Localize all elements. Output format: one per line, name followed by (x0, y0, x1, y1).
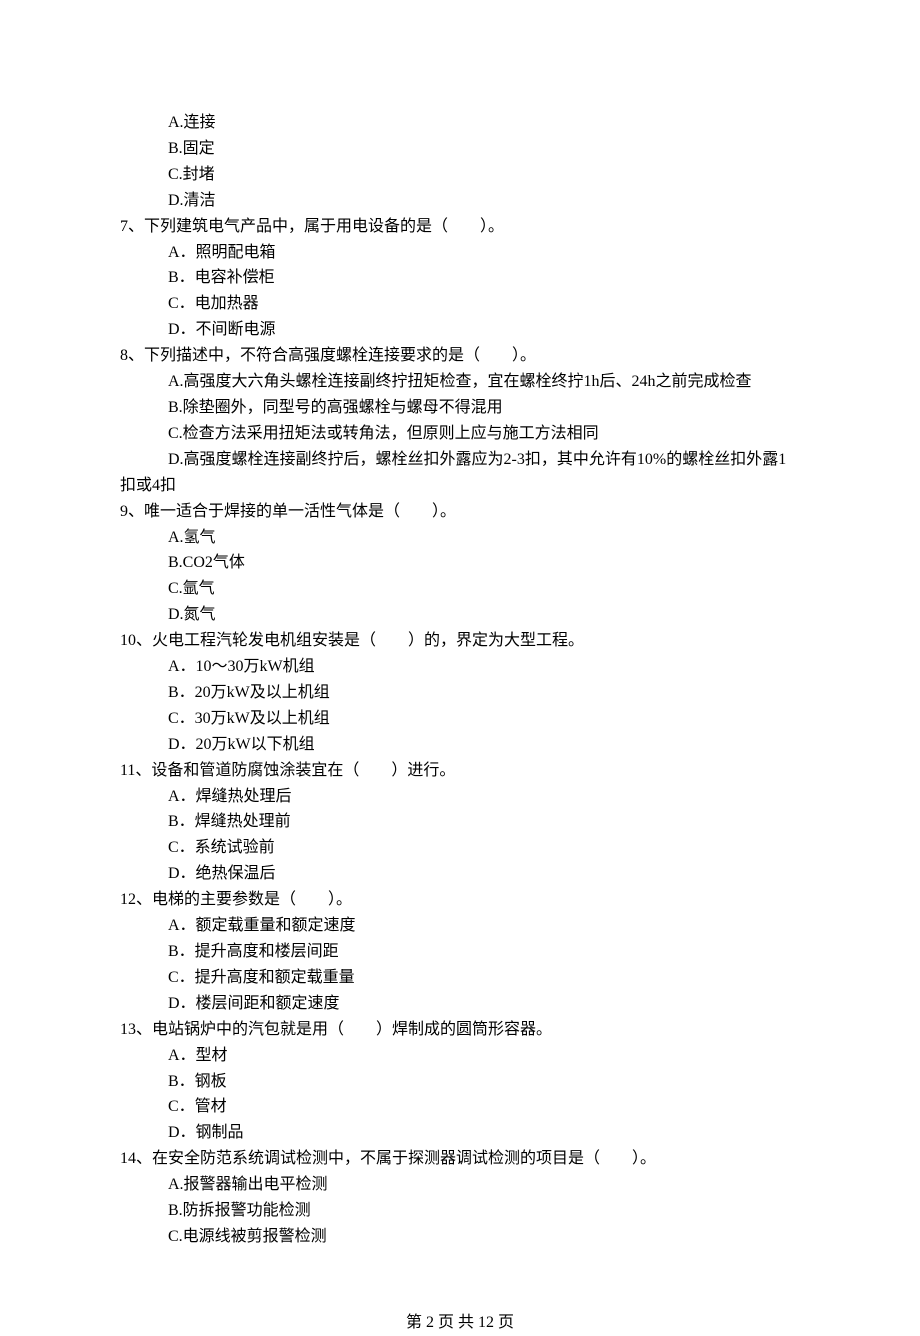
q12-option-c: C．提升高度和额定载重量 (120, 965, 800, 991)
q10-option-b: B．20万kW及以上机组 (120, 680, 800, 706)
page-content: A.连接 B.固定 C.封堵 D.清洁 7、下列建筑电气产品中，属于用电设备的是… (0, 110, 920, 1250)
q8-option-c: C.检查方法采用扭矩法或转角法，但原则上应与施工方法相同 (120, 421, 800, 447)
q12-option-b: B．提升高度和楼层间距 (120, 939, 800, 965)
q6-option-b: B.固定 (120, 136, 800, 162)
q10-stem: 10、火电工程汽轮发电机组安装是（ ）的，界定为大型工程。 (120, 628, 800, 654)
page-footer: 第 2 页 共 12 页 (0, 1310, 920, 1336)
q8-option-d-line2: 扣或4扣 (120, 473, 800, 499)
q7-option-c: C．电加热器 (120, 291, 800, 317)
q7-stem: 7、下列建筑电气产品中，属于用电设备的是（ ）。 (120, 214, 800, 240)
q9-option-d: D.氮气 (120, 602, 800, 628)
q11-option-c: C．系统试验前 (120, 835, 800, 861)
q9-option-c: C.氩气 (120, 576, 800, 602)
q11-option-d: D．绝热保温后 (120, 861, 800, 887)
q7-option-a: A．照明配电箱 (120, 240, 800, 266)
q12-option-a: A．额定载重量和额定速度 (120, 913, 800, 939)
q9-stem: 9、唯一适合于焊接的单一活性气体是（ ）。 (120, 499, 800, 525)
q6-option-a: A.连接 (120, 110, 800, 136)
q13-option-c: C．管材 (120, 1094, 800, 1120)
q10-option-a: A．10～30万kW机组 (120, 654, 800, 680)
q6-option-d: D.清洁 (120, 188, 800, 214)
q8-stem: 8、下列描述中，不符合高强度螺栓连接要求的是（ ）。 (120, 343, 800, 369)
q13-option-d: D．钢制品 (120, 1120, 800, 1146)
q13-option-b: B．钢板 (120, 1069, 800, 1095)
q11-option-a: A．焊缝热处理后 (120, 784, 800, 810)
q14-option-c: C.电源线被剪报警检测 (120, 1224, 800, 1250)
q8-option-a: A.高强度大六角头螺栓连接副终拧扭矩检查，宜在螺栓终拧1h后、24h之前完成检查 (120, 369, 800, 395)
q13-stem: 13、电站锅炉中的汽包就是用（ ）焊制成的圆筒形容器。 (120, 1017, 800, 1043)
q12-stem: 12、电梯的主要参数是（ ）。 (120, 887, 800, 913)
q14-option-b: B.防拆报警功能检测 (120, 1198, 800, 1224)
q9-option-a: A.氢气 (120, 525, 800, 551)
q12-option-d: D．楼层间距和额定速度 (120, 991, 800, 1017)
q7-option-d: D．不间断电源 (120, 317, 800, 343)
q10-option-c: C．30万kW及以上机组 (120, 706, 800, 732)
q14-option-a: A.报警器输出电平检测 (120, 1172, 800, 1198)
q11-stem: 11、设备和管道防腐蚀涂装宜在（ ）进行。 (120, 758, 800, 784)
q10-option-d: D．20万kW以下机组 (120, 732, 800, 758)
q14-stem: 14、在安全防范系统调试检测中，不属于探测器调试检测的项目是（ ）。 (120, 1146, 800, 1172)
q8-option-d-line1: D.高强度螺栓连接副终拧后，螺栓丝扣外露应为2-3扣，其中允许有10%的螺栓丝扣… (120, 447, 800, 473)
q9-option-b: B.CO2气体 (120, 550, 800, 576)
q13-option-a: A．型材 (120, 1043, 800, 1069)
q6-option-c: C.封堵 (120, 162, 800, 188)
q7-option-b: B．电容补偿柜 (120, 265, 800, 291)
q8-option-b: B.除垫圈外，同型号的高强螺栓与螺母不得混用 (120, 395, 800, 421)
q11-option-b: B．焊缝热处理前 (120, 809, 800, 835)
